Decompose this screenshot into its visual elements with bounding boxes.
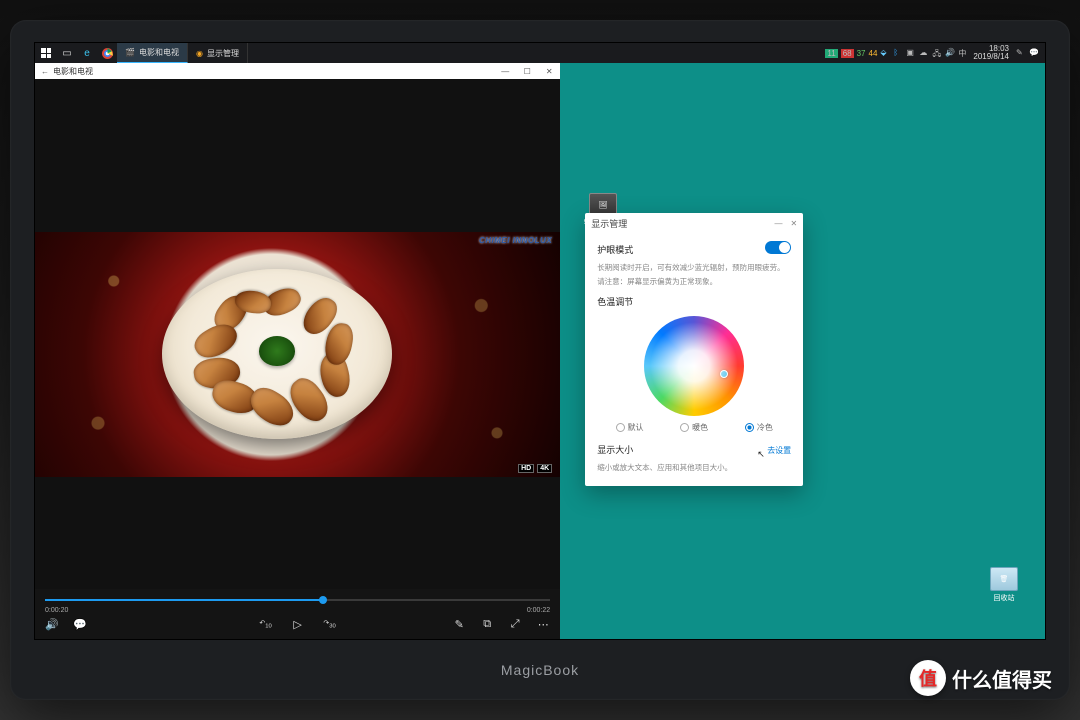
ink-workspace-icon[interactable]: ✎: [1016, 48, 1026, 58]
radio-cool[interactable]: 冷色: [745, 422, 773, 433]
tray-stat-2: 68: [841, 49, 854, 58]
more-icon[interactable]: ⋯: [536, 618, 550, 631]
taskbar: ▭ e 🎬 电影和电视 ◉ 显示管理 11 68 37 44 ⬙ ᛒ ▣ ☁: [35, 43, 1045, 63]
skip-forward-button[interactable]: ↷30: [323, 619, 337, 629]
back-button[interactable]: ←: [37, 67, 53, 76]
taskbar-app-label: 电影和电视: [139, 47, 179, 58]
color-wheel[interactable]: [644, 316, 744, 416]
go-settings-link[interactable]: 去设置: [767, 445, 791, 456]
smzdm-watermark: 值 什么值得买: [910, 660, 1052, 696]
plate-graphic: [162, 269, 392, 439]
taskbar-app-label: 显示管理: [207, 48, 239, 59]
tray-stat-1: 11: [825, 49, 837, 58]
radio-warm[interactable]: 暖色: [680, 422, 708, 433]
fullscreen-icon[interactable]: ⤢: [508, 618, 522, 631]
screen: ▭ e 🎬 电影和电视 ◉ 显示管理 11 68 37 44 ⬙ ᛒ ▣ ☁: [34, 42, 1046, 640]
edit-icon[interactable]: ✎: [452, 618, 466, 631]
recycle-label: 回收站: [981, 593, 1027, 603]
video-viewport[interactable]: CHIMEI INNOLUX HD 4K: [35, 79, 560, 589]
play-button[interactable]: ▷: [291, 618, 305, 631]
system-tray: 11 68 37 44 ⬙ ᛒ ▣ ☁ 🖧 🔊 中 18:03 2019/8/1…: [825, 45, 1045, 61]
smzdm-text: 什么值得买: [952, 664, 1052, 693]
bluetooth-icon[interactable]: ᛒ: [893, 48, 903, 58]
task-view-icon[interactable]: ▭: [57, 48, 77, 59]
window-titlebar[interactable]: ← 电影和电视 — ☐ ✕: [35, 63, 560, 79]
popup-close-button[interactable]: ✕: [790, 219, 797, 228]
video-watermark-brand: CHIMEI INNOLUX: [479, 236, 552, 245]
subtitles-icon[interactable]: 💬: [73, 618, 87, 631]
desktop[interactable]: 🖼 9badf806e... 🗑 回收站 显示管理 — ✕ 护眼: [560, 63, 1045, 639]
taskbar-clock[interactable]: 18:03 2019/8/14: [969, 45, 1013, 61]
start-button[interactable]: [35, 43, 57, 63]
ime-indicator[interactable]: 中: [958, 48, 966, 59]
laptop-frame: ▭ e 🎬 电影和电视 ◉ 显示管理 11 68 37 44 ⬙ ᛒ ▣ ☁: [10, 20, 1070, 700]
color-wheel-handle[interactable]: [720, 370, 728, 378]
cursor-icon: ↖: [757, 449, 765, 460]
tray-stat-3: 37: [857, 49, 866, 58]
seek-thumb[interactable]: [319, 596, 327, 604]
mini-view-icon[interactable]: ⧉: [480, 618, 494, 631]
windows-logo-icon: [41, 48, 51, 58]
4k-badge: 4K: [537, 464, 552, 473]
cloud-icon[interactable]: ☁: [919, 48, 929, 58]
recycle-bin[interactable]: 🗑 回收站: [981, 567, 1027, 603]
window-title: 电影和电视: [53, 66, 93, 77]
network-icon[interactable]: 🖧: [932, 48, 942, 58]
taskbar-app-display[interactable]: ◉ 显示管理: [188, 43, 248, 63]
video-frame: CHIMEI INNOLUX HD 4K: [35, 232, 560, 477]
seek-bar[interactable]: [45, 599, 550, 601]
clock-date: 2019/8/14: [973, 53, 1009, 61]
notifications-icon[interactable]: 💬: [1029, 48, 1039, 58]
laptop-brand: MagicBook: [501, 662, 579, 678]
maximize-button[interactable]: ☐: [516, 63, 538, 79]
eye-mode-desc2: 请注意：屏幕显示偏黄为正常现象。: [597, 277, 791, 288]
eye-mode-toggle[interactable]: [765, 241, 791, 254]
seek-fill: [45, 599, 323, 601]
display-icon: ◉: [196, 49, 203, 58]
video-watermark-res: HD 4K: [518, 464, 552, 473]
tray-stat-4: 44: [869, 49, 878, 58]
radio-default[interactable]: 默认: [616, 422, 644, 433]
close-button[interactable]: ✕: [538, 63, 560, 79]
minimize-button[interactable]: —: [494, 63, 516, 79]
eye-mode-desc1: 长期阅读时开启，可有效减少蓝光辐射，预防用眼疲劳。: [597, 263, 791, 274]
time-total: 0:00:22: [527, 607, 550, 614]
taskbar-app-movies[interactable]: 🎬 电影和电视: [117, 43, 188, 63]
time-elapsed: 0:00:20: [45, 607, 68, 614]
player-controls: 0:00:20 0:00:22 🔊 💬 ↶10 ▷ ↷30 ✎: [35, 589, 560, 639]
garnish-graphic: [259, 336, 295, 366]
volume-icon[interactable]: 🔊: [945, 48, 955, 58]
popup-titlebar[interactable]: 显示管理 — ✕: [585, 213, 803, 233]
tray-generic-icon[interactable]: ⬙: [880, 48, 890, 58]
smzdm-badge-icon: 值: [910, 660, 946, 696]
display-size-title: 显示大小: [597, 443, 633, 456]
film-icon: 🎬: [125, 48, 135, 57]
popup-title: 显示管理: [591, 217, 627, 230]
movies-tv-window: ← 电影和电视 — ☐ ✕: [35, 63, 560, 639]
display-size-desc: 缩小或放大文本、应用和其他项目大小。: [597, 463, 791, 474]
hd-badge: HD: [518, 464, 534, 473]
skip-back-button[interactable]: ↶10: [259, 619, 273, 629]
recycle-bin-icon: 🗑: [990, 567, 1018, 591]
color-temp-title: 色温调节: [597, 295, 791, 308]
eye-mode-title: 护眼模式: [597, 243, 633, 256]
display-management-window: 显示管理 — ✕ 护眼模式 长期阅读时开启，可有效减少蓝光辐射，预防用眼疲劳。 …: [585, 213, 803, 486]
volume-icon[interactable]: 🔊: [45, 618, 59, 631]
color-temp-radios: 默认 暖色 冷色: [597, 422, 791, 433]
tray-generic-icon[interactable]: ▣: [906, 48, 916, 58]
popup-minimize-button[interactable]: —: [774, 219, 782, 228]
edge-icon[interactable]: e: [77, 48, 97, 59]
chrome-icon[interactable]: [97, 48, 117, 59]
